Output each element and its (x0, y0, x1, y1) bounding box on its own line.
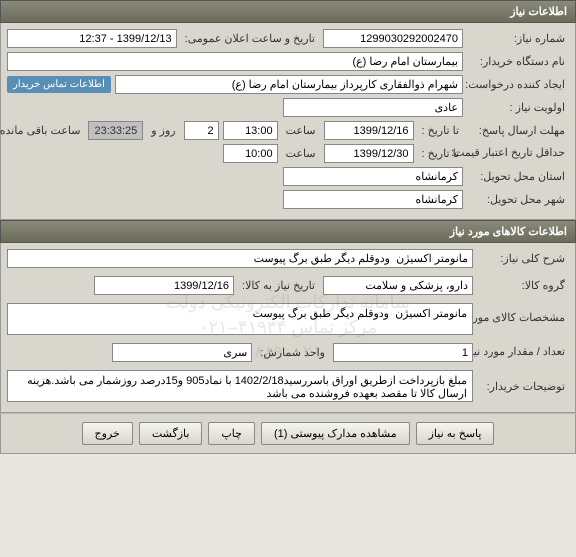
time-label2: ساعت (282, 145, 320, 162)
deadline-time-input (223, 121, 278, 140)
credit-time-input (223, 144, 278, 163)
creator-input (115, 75, 463, 94)
section1-body: شماره نیاز: تاریخ و ساعت اعلان عمومی: نا… (0, 23, 576, 220)
group-input (323, 276, 473, 295)
reply-button[interactable]: پاسخ به نیاز (416, 422, 495, 445)
section1-header: اطلاعات نیاز (0, 0, 576, 23)
countdown: 23:33:25 (88, 121, 143, 140)
unit-input (112, 343, 252, 362)
time-label1: ساعت (282, 122, 320, 139)
spec-label: مشخصات کالای مورد نیاز: (477, 310, 569, 327)
deadline-label: مهلت ارسال پاسخ: (467, 122, 569, 139)
desc-input (7, 249, 473, 268)
section2-body: سامانه تدارکات الکترونیکی دولت مرکز تماس… (0, 243, 576, 413)
back-button[interactable]: بازگشت (139, 422, 203, 445)
province-label: استان محل تحویل: (467, 168, 569, 185)
footer: پاسخ به نیاز مشاهده مدارک پیوستی (1) چاپ… (0, 413, 576, 454)
buyer-notes-label: توضیحات خریدار: (477, 378, 569, 395)
exit-button[interactable]: خروج (82, 422, 133, 445)
need-date-label: تاریخ نیاز به کالا: (238, 277, 319, 294)
min-credit-label: حداقل تاریخ اعتبار قیمت: (467, 145, 569, 162)
print-button[interactable]: چاپ (208, 422, 255, 445)
priority-label: اولویت نیاز : (467, 99, 569, 116)
buyer-notes-textarea (7, 370, 473, 402)
device-label: نام دستگاه خریدار: (467, 53, 569, 70)
req-no-label: شماره نیاز: (467, 30, 569, 47)
creator-label: ایجاد کننده درخواست: (467, 76, 569, 93)
days-label: روز و (147, 122, 179, 139)
need-date-input (94, 276, 234, 295)
credit-date-input (324, 144, 414, 163)
contact-link[interactable]: اطلاعات تماس خریدار (7, 76, 111, 93)
attachments-button[interactable]: مشاهده مدارک پیوستی (1) (261, 422, 410, 445)
desc-label: شرح کلی نیاز: (477, 250, 569, 267)
group-label: گروه کالا: (477, 277, 569, 294)
unit-label: واحد شمارش: (256, 344, 329, 361)
priority-input (283, 98, 463, 117)
to-date-label2: تا تاریخ : (418, 145, 463, 162)
remaining-label: ساعت باقی مانده (0, 122, 84, 139)
city-label: شهر محل تحویل: (467, 191, 569, 208)
req-no-input (323, 29, 463, 48)
city-input (283, 190, 463, 209)
to-date-label1: تا تاریخ : (418, 122, 463, 139)
device-input (7, 52, 463, 71)
announce-input (7, 29, 177, 48)
days-input (184, 121, 219, 140)
qty-label: تعداد / مقدار مورد نیاز: (477, 344, 569, 361)
province-input (283, 167, 463, 186)
section2-header: اطلاعات کالاهای مورد نیاز (0, 220, 576, 243)
spec-textarea (7, 303, 473, 335)
announce-label: تاریخ و ساعت اعلان عمومی: (181, 30, 319, 47)
deadline-date-input (324, 121, 414, 140)
qty-input (333, 343, 473, 362)
